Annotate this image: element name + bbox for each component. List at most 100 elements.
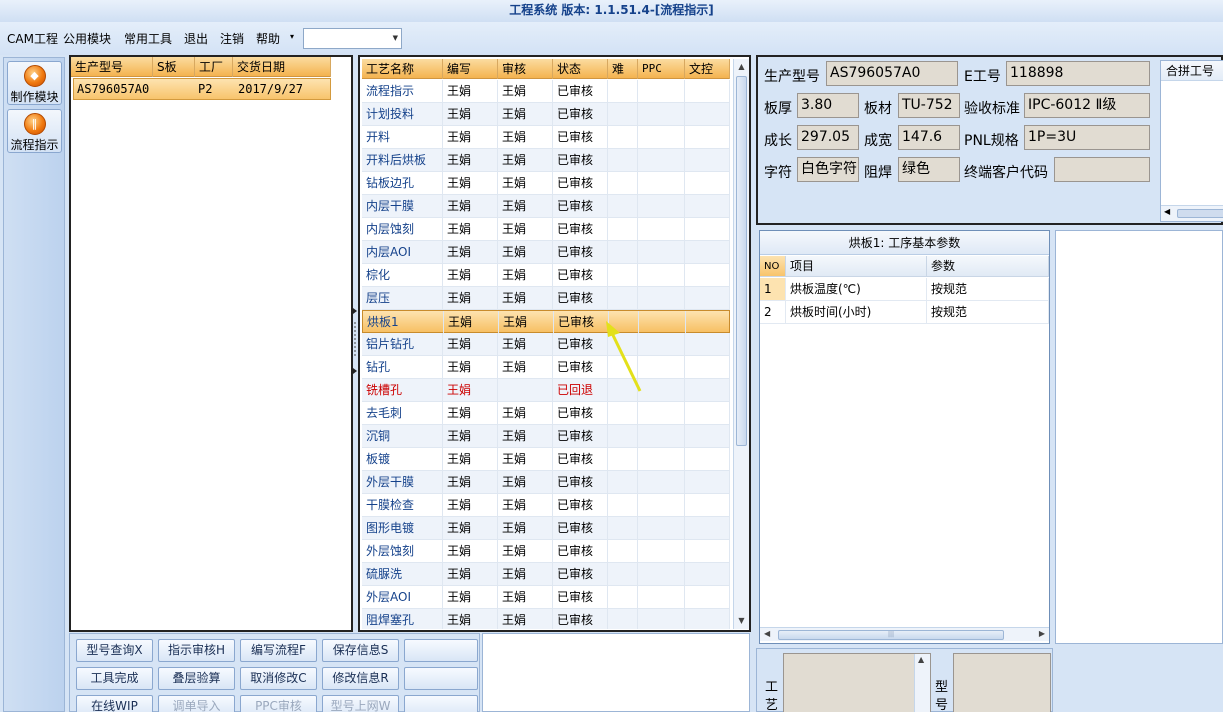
merge-job-list[interactable]: 合拼工号 ◀ <box>1160 60 1223 222</box>
merge-job-scrollbar[interactable]: ◀ <box>1161 205 1223 221</box>
length-field[interactable]: 297.05 <box>797 125 859 150</box>
process-writer: 王娟 <box>443 586 498 608</box>
process-doc-control <box>686 311 730 333</box>
process-row[interactable]: 层压 王娟 王娟 已审核 <box>362 287 730 310</box>
menu-help[interactable]: 帮助 <box>256 30 280 47</box>
eno-field[interactable]: 118898 <box>1006 61 1150 86</box>
process-row[interactable]: 硫脲洗 王娟 王娟 已审核 <box>362 563 730 586</box>
process-row[interactable]: 外层干膜 王娟 王娟 已审核 <box>362 471 730 494</box>
menu-exit[interactable]: 退出 <box>184 30 208 47</box>
process-row[interactable]: 计划投料 王娟 王娟 已审核 <box>362 103 730 126</box>
scroll-left-icon[interactable]: ◀ <box>764 629 770 638</box>
process-row[interactable]: 阻焊塞孔 王娟 王娟 已审核 <box>362 609 730 629</box>
tool-complete-button[interactable]: 工具完成 <box>76 667 153 690</box>
merge-scroll-thumb[interactable] <box>1177 209 1223 218</box>
order-list-pane: 生产型号 S板 工厂 交货日期 AS796057A0 P2 2017/9/27 <box>69 55 353 632</box>
process-doc-control <box>685 80 730 102</box>
process-row[interactable]: 干膜检查 王娟 王娟 已审核 <box>362 494 730 517</box>
craft-textarea[interactable]: ▲ <box>783 653 931 712</box>
process-row[interactable]: 钻孔 王娟 王娟 已审核 <box>362 356 730 379</box>
menu-overflow-arrow-icon[interactable]: ▾ <box>290 32 294 41</box>
mask-field[interactable]: 绿色 <box>898 157 960 182</box>
process-row[interactable]: 去毛刺 王娟 王娟 已审核 <box>362 402 730 425</box>
scroll-right-icon[interactable]: ▶ <box>1039 629 1045 638</box>
col-item[interactable]: 项目 <box>786 256 927 277</box>
process-row[interactable]: 内层干膜 王娟 王娟 已审核 <box>362 195 730 218</box>
menu-dropdown-select[interactable]: ▼ <box>303 28 402 49</box>
material-field[interactable]: TU-752 <box>898 93 960 118</box>
process-writer: 王娟 <box>443 149 498 171</box>
blank-button-3[interactable] <box>404 695 478 712</box>
process-row[interactable]: 流程指示 王娟 王娟 已审核 <box>362 80 730 103</box>
col-status[interactable]: 状态 <box>553 59 608 79</box>
col-due-date[interactable]: 交货日期 <box>233 57 331 77</box>
blank-button-2[interactable] <box>404 667 478 690</box>
save-info-button[interactable]: 保存信息S <box>322 639 399 662</box>
char-field[interactable]: 白色字符 <box>797 157 859 182</box>
model-query-button[interactable]: 型号查询X <box>76 639 153 662</box>
col-factory[interactable]: 工厂 <box>195 57 233 77</box>
toolbar-make-module-button[interactable]: ◆ 制作模块 <box>7 61 62 105</box>
pnl-field[interactable]: 1P=3U <box>1024 125 1150 150</box>
model-online-button[interactable]: 型号上网W <box>322 695 399 712</box>
col-doc-control[interactable]: 文控 <box>685 59 730 79</box>
menu-public-module[interactable]: 公用模块 <box>63 30 111 47</box>
menu-logout[interactable]: 注销 <box>220 30 244 47</box>
thickness-field[interactable]: 3.80 <box>797 93 859 118</box>
col-difficulty[interactable]: 难 <box>608 59 638 79</box>
import-order-button[interactable]: 调单导入 <box>158 695 235 712</box>
param-scroll-thumb[interactable]: ||| <box>778 630 1004 640</box>
process-row[interactable]: 棕化 王娟 王娟 已审核 <box>362 264 730 287</box>
process-row[interactable]: 外层AOI 王娟 王娟 已审核 <box>362 586 730 609</box>
process-row[interactable]: 内层蚀刻 王娟 王娟 已审核 <box>362 218 730 241</box>
process-row[interactable]: 外层蚀刻 王娟 王娟 已审核 <box>362 540 730 563</box>
process-row[interactable]: 开料 王娟 王娟 已审核 <box>362 126 730 149</box>
instruction-review-button[interactable]: 指示审核H <box>158 639 235 662</box>
standard-field[interactable]: IPC-6012 Ⅱ级 <box>1024 93 1150 118</box>
process-row[interactable]: 沉铜 王娟 王娟 已审核 <box>362 425 730 448</box>
customer-field[interactable] <box>1054 157 1150 182</box>
scroll-down-icon[interactable]: ▼ <box>734 613 749 629</box>
param-horizontal-scrollbar[interactable]: ◀ ||| ▶ <box>760 627 1049 641</box>
width-field[interactable]: 147.6 <box>898 125 960 150</box>
process-grid-pane: 工艺名称 编写 审核 状态 难 PPC 文控 流程指示 王娟 王娟 已审核 计划投料 王娟… <box>358 55 751 632</box>
cancel-modify-button[interactable]: 取消修改C <box>240 667 317 690</box>
scroll-thumb[interactable] <box>736 76 747 446</box>
process-row[interactable]: 铝片钻孔 王娟 王娟 已审核 <box>362 333 730 356</box>
menu-common-tools[interactable]: 常用工具 <box>124 30 172 47</box>
process-row[interactable]: 钻板边孔 王娟 王娟 已审核 <box>362 172 730 195</box>
col-model[interactable]: 生产型号 <box>71 57 153 77</box>
col-value[interactable]: 参数 <box>927 256 1049 277</box>
param-row[interactable]: 2 烘板时间(小时) 按规范 <box>760 301 1049 324</box>
toolbar-flow-instruction-button[interactable]: ‖ 流程指示 <box>7 109 62 153</box>
process-row[interactable]: 内层AOI 王娟 王娟 已审核 <box>362 241 730 264</box>
scroll-up-icon[interactable]: ▲ <box>918 655 924 664</box>
stackup-check-button[interactable]: 叠层验算 <box>158 667 235 690</box>
write-flow-button[interactable]: 编写流程F <box>240 639 317 662</box>
col-process-name[interactable]: 工艺名称 <box>362 59 443 79</box>
blank-button-1[interactable] <box>404 639 478 662</box>
process-row[interactable]: 烘板1 王娟 王娟 已审核 <box>362 310 730 333</box>
col-writer[interactable]: 编写 <box>443 59 498 79</box>
param-row[interactable]: 1 烘板温度(℃) 按规范 <box>760 278 1049 301</box>
model-field[interactable]: AS796057A0 <box>826 61 958 86</box>
menu-cam[interactable]: CAM工程 <box>7 30 58 47</box>
process-row[interactable]: 板镀 王娟 王娟 已审核 <box>362 448 730 471</box>
order-row[interactable]: AS796057A0 P2 2017/9/27 <box>73 78 331 100</box>
col-ppc[interactable]: PPC <box>638 59 685 79</box>
scroll-up-icon[interactable]: ▲ <box>734 59 749 75</box>
online-wip-button[interactable]: 在线WIP <box>76 695 153 712</box>
model-textarea[interactable] <box>953 653 1051 712</box>
process-difficulty <box>608 80 638 102</box>
process-reviewer <box>498 379 553 401</box>
process-row[interactable]: 开料后烘板 王娟 王娟 已审核 <box>362 149 730 172</box>
col-no[interactable]: NO <box>760 256 786 277</box>
col-reviewer[interactable]: 审核 <box>498 59 553 79</box>
process-row[interactable]: 图形电镀 王娟 王娟 已审核 <box>362 517 730 540</box>
scroll-left-icon[interactable]: ◀ <box>1164 207 1170 216</box>
ppc-review-button[interactable]: PPC审核 <box>240 695 317 712</box>
col-s-board[interactable]: S板 <box>153 57 195 77</box>
modify-info-button[interactable]: 修改信息R <box>322 667 399 690</box>
process-row[interactable]: 铣槽孔 王娟 已回退 <box>362 379 730 402</box>
process-vertical-scrollbar[interactable]: ▲ ▼ <box>733 59 749 629</box>
